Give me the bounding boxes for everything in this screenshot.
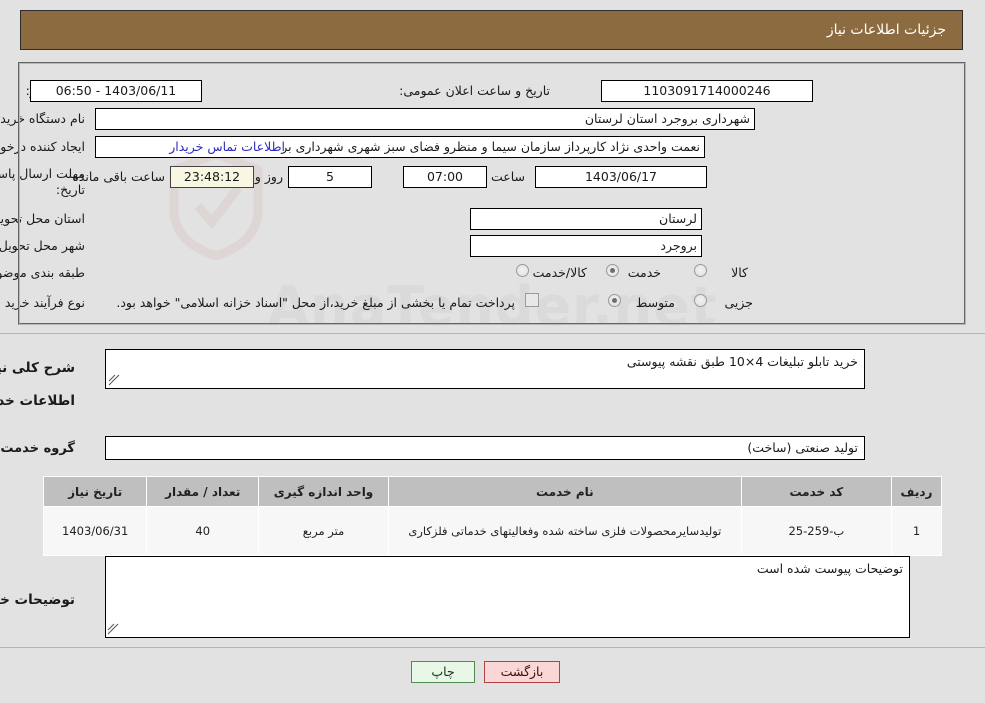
cell-need-date: 1403/06/31 xyxy=(42,506,148,556)
cell-service-name: تولیدسایرمحصولات فلزی ساخته شده وفعالیته… xyxy=(387,506,742,556)
services-section-heading: اطلاعات خدمات مورد نیاز xyxy=(0,393,75,409)
service-group-label: گروه خدمت: xyxy=(0,441,75,456)
th-row: ردیف xyxy=(890,476,943,507)
table-row: 1 ب-259-25 تولیدسایرمحصولات فلزی ساخته ش… xyxy=(42,506,943,556)
page-title-bar: جزئیات اطلاعات نیاز xyxy=(20,10,963,50)
services-table: ردیف کد خدمت نام خدمت واحد اندازه گیری ت… xyxy=(42,476,943,556)
th-quantity: تعداد / مقدار xyxy=(146,476,260,507)
cell-unit: متر مربع xyxy=(258,506,389,556)
cell-row: 1 xyxy=(890,506,943,556)
need-info-panel xyxy=(18,62,966,325)
th-need-date: تاریخ نیاز xyxy=(42,476,148,507)
th-service-name: نام خدمت xyxy=(387,476,742,507)
divider-1 xyxy=(0,333,985,334)
print-button[interactable]: چاپ xyxy=(411,661,475,683)
general-need-value[interactable]: خرید تابلو تبلیغات 4×10 طبق نقشه پیوستی xyxy=(105,349,865,389)
buyer-notes-label: توضیحات خریدار: xyxy=(0,592,75,608)
cell-service-code: ب-259-25 xyxy=(740,506,892,556)
divider-2 xyxy=(0,647,985,648)
page-title: جزئیات اطلاعات نیاز xyxy=(826,22,946,38)
general-need-label: شرح کلی نیاز: xyxy=(0,360,75,376)
buyer-notes-value[interactable]: توضیحات پیوست شده است xyxy=(105,556,910,638)
cell-quantity: 40 xyxy=(146,506,260,556)
back-button[interactable]: بازگشت xyxy=(484,661,560,683)
th-service-code: کد خدمت xyxy=(740,476,892,507)
table-header-row: ردیف کد خدمت نام خدمت واحد اندازه گیری ت… xyxy=(42,476,943,507)
th-unit: واحد اندازه گیری xyxy=(258,476,389,507)
service-group-value: تولید صنعتی (ساخت) xyxy=(105,436,865,460)
